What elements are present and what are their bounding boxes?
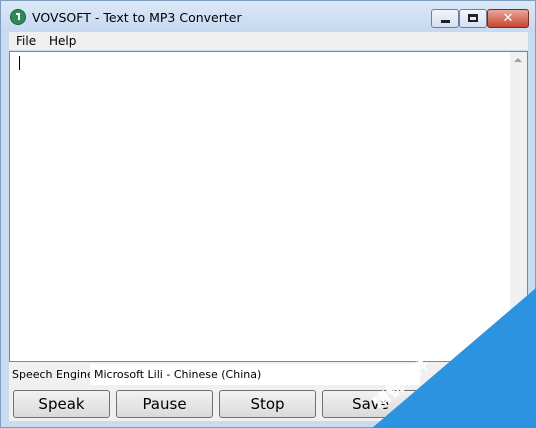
pause-button[interactable]: Pause [116,390,213,418]
speak-button[interactable]: Speak [13,390,110,418]
save-button[interactable]: Save [322,390,419,418]
menu-help[interactable]: Help [49,33,76,49]
close-button[interactable]: ✕ [487,9,529,28]
speech-engine-select[interactable]: Microsoft Lili - Chinese (China) [90,364,420,385]
title-bar[interactable]: VOVSOFT - Text to MP3 Converter ✕ [1,1,535,32]
text-input-area[interactable] [9,51,528,362]
text-caret [19,56,20,70]
maximize-button[interactable] [459,9,487,28]
speech-engine-label: Speech Engine: [12,368,98,381]
stop-button[interactable]: Stop [219,390,316,418]
action-buttons-row: Speak Pause Stop Save [9,387,528,421]
menu-bar: File Help [9,32,528,50]
app-window: VOVSOFT - Text to MP3 Converter ✕ File H… [0,0,536,428]
menu-file[interactable]: File [16,33,36,49]
speech-engine-value: Microsoft Lili - Chinese (China) [94,368,262,381]
app-icon [10,9,26,25]
window-title: VOVSOFT - Text to MP3 Converter [32,10,242,25]
minimize-button[interactable] [431,9,459,28]
close-icon: ✕ [502,11,514,26]
scroll-up-icon[interactable] [514,58,522,62]
vertical-scrollbar[interactable] [510,52,527,361]
speech-engine-row: Speech Engine: Microsoft Lili - Chinese … [9,362,528,387]
maximize-icon [468,14,478,22]
minimize-icon [441,20,450,23]
